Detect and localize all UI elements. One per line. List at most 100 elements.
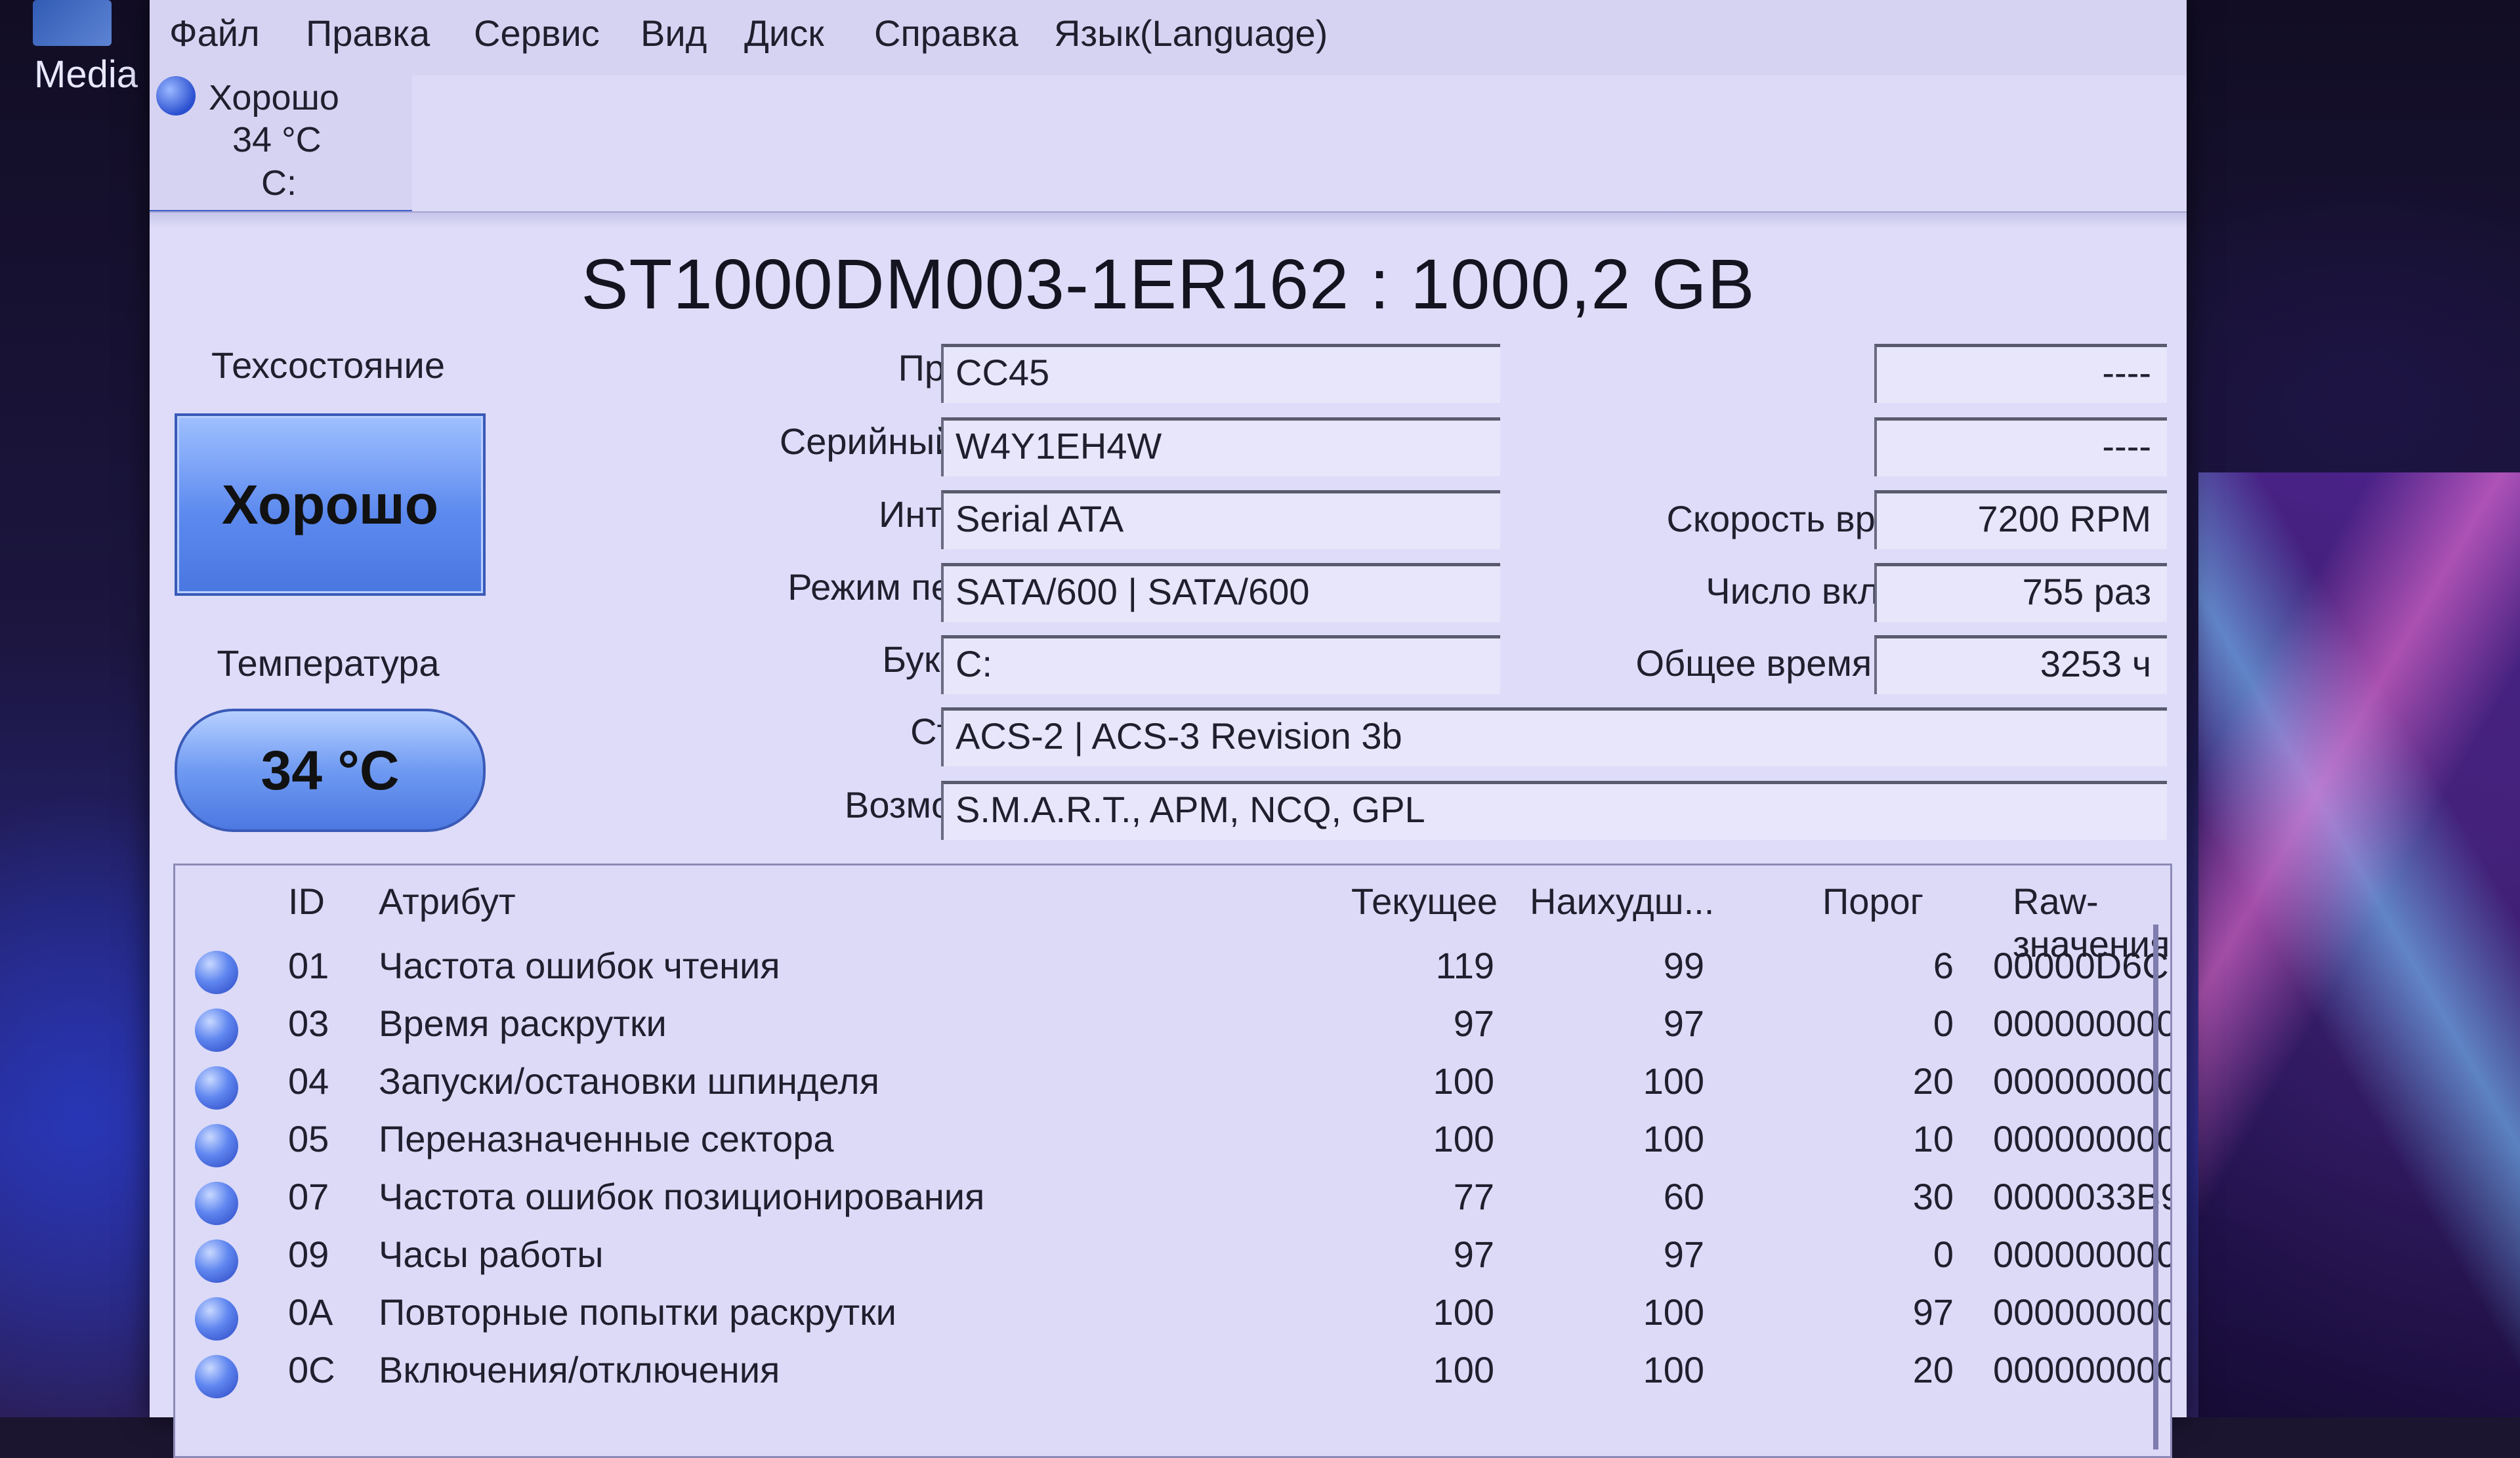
- tab-divider: [150, 211, 2187, 230]
- row-raw: 000000000000: [1993, 1291, 2172, 1333]
- column-header-id[interactable]: ID: [288, 880, 325, 923]
- row-current: 100: [1433, 1291, 1494, 1333]
- status-dot-icon: [195, 1124, 238, 1167]
- standard-field: ACS-2 | ACS-3 Revision 3b: [941, 707, 2167, 766]
- row-raw: 000000000000: [1993, 1118, 2172, 1159]
- menu-view[interactable]: Вид: [640, 12, 707, 54]
- row-raw: 000000000CB5: [1993, 1234, 2172, 1275]
- row-attribute: Часы работы: [379, 1234, 604, 1275]
- column-header-attribute[interactable]: Атрибут: [379, 880, 516, 923]
- row-raw: 0000000002D0: [1993, 1060, 2172, 1102]
- row-worst: 97: [1663, 1234, 1704, 1275]
- row-attribute: Переназначенные сектора: [379, 1118, 834, 1159]
- table-row[interactable]: 04 Запуски/остановки шпинделя 100 100 20…: [175, 1060, 2170, 1117]
- drive-tab-c[interactable]: Хорошо 34 °C C:: [150, 72, 412, 215]
- status-dot-icon: [195, 1297, 238, 1341]
- rotation-speed-field: 7200 RPM: [1874, 490, 2167, 549]
- wallpaper-art: [2198, 472, 2520, 1417]
- row-id: 07: [288, 1176, 329, 1217]
- row-raw: 0000000002F3: [1993, 1349, 2172, 1390]
- status-dot-icon: [195, 1355, 238, 1398]
- menu-disk[interactable]: Диск: [744, 12, 824, 54]
- row-id: 04: [288, 1060, 329, 1102]
- row-worst: 100: [1643, 1291, 1704, 1333]
- health-status-button[interactable]: Хорошо: [175, 413, 486, 596]
- volume-letter-field: C:: [941, 635, 1500, 694]
- table-row[interactable]: 09 Часы работы 97 97 0 000000000CB5: [175, 1233, 2170, 1291]
- row-worst: 99: [1663, 945, 1704, 986]
- row-worst: 60: [1663, 1176, 1704, 1217]
- row-id: 0A: [288, 1291, 333, 1333]
- row-current: 100: [1433, 1060, 1494, 1102]
- drive-tab-letter: C:: [261, 163, 297, 203]
- row-attribute: Частота ошибок позиционирования: [379, 1176, 985, 1217]
- row-id: 03: [288, 1003, 329, 1044]
- row-threshold: 0: [1933, 1003, 1954, 1044]
- row-worst: 100: [1643, 1118, 1704, 1159]
- row-threshold: 10: [1912, 1118, 1954, 1159]
- smart-attributes-table[interactable]: ID Атрибут Текущее Наихудш... Порог Raw-…: [173, 864, 2172, 1458]
- health-status-dot-icon: [156, 76, 196, 115]
- row-current: 97: [1453, 1003, 1494, 1044]
- row-attribute: Повторные попытки раскрутки: [379, 1291, 896, 1333]
- table-row[interactable]: 0C Включения/отключения 100 100 20 00000…: [175, 1348, 2170, 1406]
- disk-info-panel: ST1000DM003-1ER162 : 1000,2 GB Техсостоя…: [150, 228, 2187, 1458]
- row-attribute: Запуски/остановки шпинделя: [379, 1060, 879, 1102]
- status-dot-icon: [195, 1182, 238, 1225]
- row-raw: 000000000000: [1993, 1003, 2172, 1044]
- row-threshold: 6: [1933, 945, 1954, 986]
- disk-title: ST1000DM003-1ER162 : 1000,2 GB: [581, 244, 1755, 323]
- row-current: 100: [1433, 1349, 1494, 1390]
- table-row[interactable]: 05 Переназначенные сектора 100 100 10 00…: [175, 1117, 2170, 1175]
- power-on-count-field: 755 раз: [1874, 563, 2167, 622]
- status-dot-icon: [195, 1009, 238, 1052]
- menu-service[interactable]: Сервис: [474, 12, 600, 54]
- row-current: 77: [1453, 1176, 1494, 1217]
- row-worst: 97: [1663, 1003, 1704, 1044]
- row-id: 09: [288, 1234, 329, 1275]
- menu-help[interactable]: Справка: [874, 12, 1018, 54]
- row-threshold: 30: [1912, 1176, 1954, 1217]
- row-worst: 100: [1643, 1060, 1704, 1102]
- serial-field: W4Y1EH4W: [941, 417, 1500, 476]
- column-header-threshold[interactable]: Порог: [1822, 880, 1923, 923]
- menu-language[interactable]: Язык(Language): [1054, 12, 1328, 54]
- drive-tab-status: Хорошо: [209, 78, 339, 117]
- row-raw: 0000033B90AA: [1993, 1176, 2170, 1217]
- row-raw: 00000D6C81B0: [1993, 945, 2170, 986]
- row-threshold: 20: [1912, 1060, 1954, 1102]
- row-threshold: 0: [1933, 1234, 1954, 1275]
- row-id: 05: [288, 1118, 329, 1159]
- desktop-shortcut-icon[interactable]: [33, 0, 112, 46]
- transfer-mode-field: SATA/600 | SATA/600: [941, 563, 1500, 622]
- column-header-worst[interactable]: Наихудш...: [1530, 880, 1714, 923]
- health-label: Техсостояние: [211, 344, 445, 386]
- menu-edit[interactable]: Правка: [306, 12, 430, 54]
- status-dot-icon: [195, 1239, 238, 1283]
- power-on-hours-field: 3253 ч: [1874, 635, 2167, 694]
- table-row[interactable]: 03 Время раскрутки 97 97 0 000000000000: [175, 1002, 2170, 1060]
- table-row[interactable]: 07 Частота ошибок позиционирования 77 60…: [175, 1175, 2170, 1233]
- table-row[interactable]: 0A Повторные попытки раскрутки 100 100 9…: [175, 1291, 2170, 1348]
- interface-field: Serial ATA: [941, 490, 1500, 549]
- status-dot-icon: [195, 951, 238, 994]
- column-header-current[interactable]: Текущее: [1351, 880, 1498, 923]
- row-current: 97: [1453, 1234, 1494, 1275]
- row-current: 100: [1433, 1118, 1494, 1159]
- firmware-field: CC45: [941, 344, 1500, 403]
- row-attribute: Время раскрутки: [379, 1003, 667, 1044]
- row-current: 119: [1435, 945, 1494, 986]
- menu-file[interactable]: Файл: [169, 12, 260, 54]
- row-threshold: 20: [1912, 1349, 1954, 1390]
- row-threshold: 97: [1912, 1291, 1954, 1333]
- table-scrollbar[interactable]: [2153, 925, 2158, 1449]
- table-row[interactable]: 01 Частота ошибок чтения 119 99 6 00000D…: [175, 944, 2170, 1002]
- blank-field-2: ----: [1874, 417, 2167, 476]
- row-id: 0C: [288, 1349, 335, 1390]
- crystaldiskinfo-window: Файл Правка Сервис Вид Диск Справка Язык…: [150, 0, 2187, 1458]
- menu-bar: Файл Правка Сервис Вид Диск Справка Язык…: [150, 0, 2187, 75]
- temperature-label: Температура: [217, 642, 440, 684]
- temperature-display: 34 °C: [175, 709, 486, 832]
- drive-tab-temperature: 34 °C: [232, 120, 322, 159]
- row-id: 01: [288, 945, 329, 986]
